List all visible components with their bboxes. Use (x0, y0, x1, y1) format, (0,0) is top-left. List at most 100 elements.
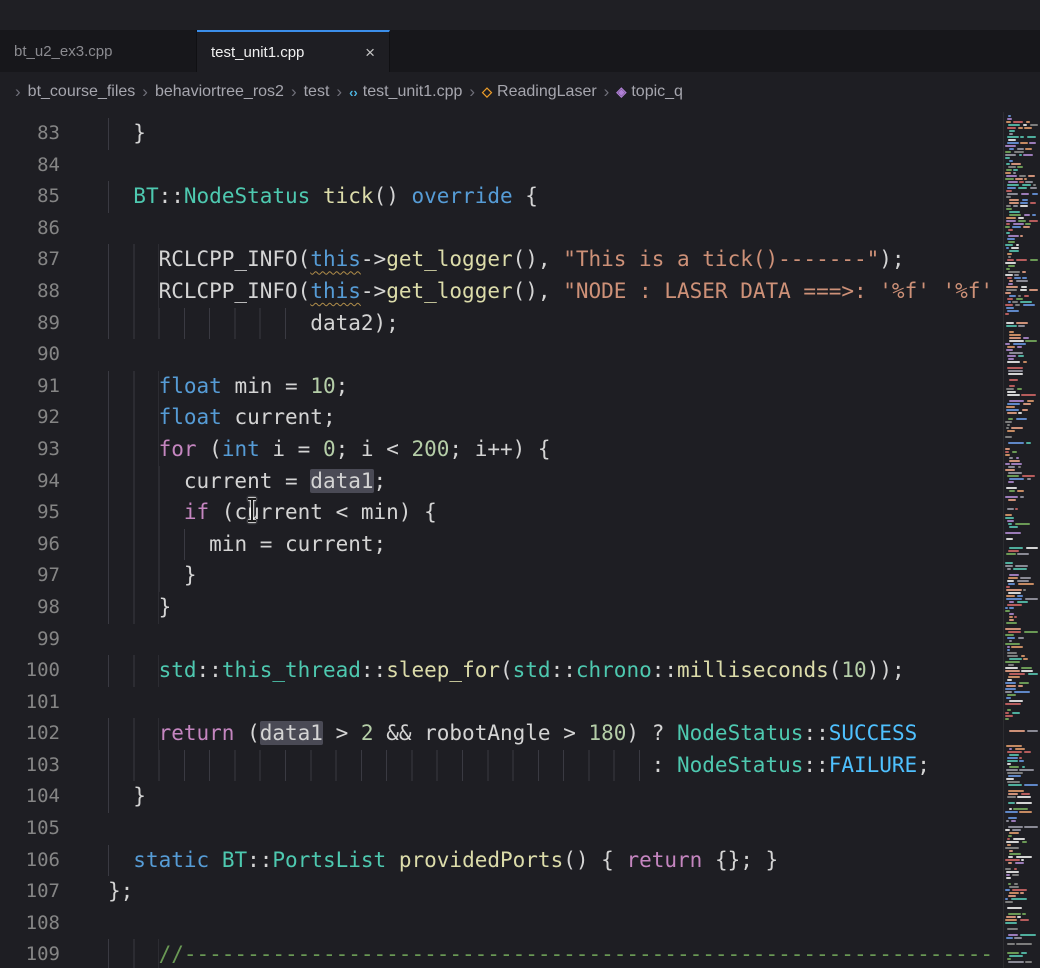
breadcrumb-item-test_unit1.cpp[interactable]: ‹›test_unit1.cpp (349, 83, 462, 101)
breadcrumb-item-behaviortree_ros2[interactable]: behaviortree_ros2 (155, 83, 284, 101)
minimap-line (1004, 607, 1040, 609)
minimap-line (1004, 115, 1040, 117)
minimap-line (1004, 289, 1040, 291)
line-number[interactable]: 89 (0, 308, 60, 340)
line-number[interactable]: 87 (0, 244, 60, 276)
line-number[interactable]: 88 (0, 276, 60, 308)
minimap-line (1004, 961, 1040, 963)
code-line[interactable]: 97 } (0, 560, 1004, 592)
minimap-line (1004, 346, 1040, 348)
code-line[interactable]: 88 RCLCPP_INFO(this->get_logger(), "NODE… (0, 276, 1004, 308)
line-number[interactable]: 107 (0, 876, 60, 908)
code-line[interactable]: 101 (0, 687, 1004, 719)
code-line[interactable]: 102 return (data1 > 2 && robotAngle > 18… (0, 718, 1004, 750)
tab-test_unit1.cpp[interactable]: test_unit1.cpp× (197, 30, 390, 72)
minimap-line (1004, 457, 1040, 459)
tab-bar[interactable]: bt_u2_ex3.cpp test_unit1.cpp× (0, 30, 1040, 72)
code-lines[interactable]: 83 }8485 BT::NodeStatus tick() override … (0, 112, 1004, 968)
minimap-line (1004, 202, 1040, 204)
minimap-line (1004, 757, 1040, 759)
line-number[interactable]: 84 (0, 150, 60, 182)
minimap-line (1004, 745, 1040, 747)
line-number[interactable]: 92 (0, 402, 60, 434)
code-line[interactable]: 108 (0, 908, 1004, 940)
minimap-line (1004, 631, 1040, 633)
minimap-line (1004, 367, 1040, 369)
code-line[interactable]: 83 } (0, 118, 1004, 150)
line-number[interactable]: 98 (0, 592, 60, 624)
minimap-line (1004, 835, 1040, 837)
minimap-line (1004, 709, 1040, 711)
line-number[interactable]: 100 (0, 655, 60, 687)
minimap-line (1004, 196, 1040, 198)
minimap-line (1004, 907, 1040, 909)
code-line[interactable]: 109 //----------------------------------… (0, 939, 1004, 968)
breadcrumb-item-ReadingLaser[interactable]: ◇ReadingLaser (482, 83, 597, 101)
code-line[interactable]: 96 min = current; (0, 529, 1004, 561)
minimap-line (1004, 463, 1040, 465)
line-number[interactable]: 83 (0, 118, 60, 150)
code-line[interactable]: 89 data2); (0, 308, 1004, 340)
line-number[interactable]: 95 (0, 497, 60, 529)
tab-label: bt_u2_ex3.cpp (14, 43, 182, 60)
minimap-line (1004, 436, 1040, 438)
code-line[interactable]: 107}; (0, 876, 1004, 908)
minimap-line (1004, 475, 1040, 477)
line-number[interactable]: 106 (0, 845, 60, 877)
code-line[interactable]: 87 RCLCPP_INFO(this->get_logger(), "This… (0, 244, 1004, 276)
minimap[interactable] (1003, 112, 1040, 968)
minimap-line (1004, 295, 1040, 297)
line-number[interactable]: 94 (0, 466, 60, 498)
minimap-line (1004, 847, 1040, 849)
code-line[interactable]: 85 BT::NodeStatus tick() override { (0, 181, 1004, 213)
code-line[interactable]: 86 (0, 213, 1004, 245)
minimap-line (1004, 862, 1040, 864)
close-icon[interactable]: × (365, 44, 375, 61)
minimap-line (1004, 553, 1040, 555)
code-line[interactable]: 84 (0, 150, 1004, 182)
line-number[interactable]: 103 (0, 750, 60, 782)
breadcrumb-item-bt_course_files[interactable]: bt_course_files (28, 83, 136, 101)
line-number[interactable]: 108 (0, 908, 60, 940)
code-line[interactable]: 91 float min = 10; (0, 371, 1004, 403)
minimap-line (1004, 214, 1040, 216)
minimap-line (1004, 601, 1040, 603)
line-number[interactable]: 99 (0, 624, 60, 656)
minimap-line (1004, 613, 1040, 615)
minimap-line (1004, 679, 1040, 681)
line-number[interactable]: 97 (0, 560, 60, 592)
code-line[interactable]: 105 (0, 813, 1004, 845)
minimap-line (1004, 790, 1040, 792)
line-number[interactable]: 90 (0, 339, 60, 371)
code-line[interactable]: 93 for (int i = 0; i < 200; i++) { (0, 434, 1004, 466)
line-number[interactable]: 102 (0, 718, 60, 750)
line-number[interactable]: 91 (0, 371, 60, 403)
minimap-line (1004, 868, 1040, 870)
code-line[interactable]: 106 static BT::PortsList providedPorts()… (0, 845, 1004, 877)
code-line[interactable]: 92 float current; (0, 402, 1004, 434)
code-line[interactable]: 90 (0, 339, 1004, 371)
breadcrumb-item-topic_q[interactable]: ◈topic_q (616, 83, 683, 101)
line-number[interactable]: 93 (0, 434, 60, 466)
minimap-line (1004, 331, 1040, 333)
line-number[interactable]: 105 (0, 813, 60, 845)
line-number[interactable]: 85 (0, 181, 60, 213)
line-number[interactable]: 96 (0, 529, 60, 561)
code-line[interactable]: 103 : NodeStatus::FAILURE; (0, 750, 1004, 782)
code-line[interactable]: 104 } (0, 781, 1004, 813)
code-line[interactable]: 98 } (0, 592, 1004, 624)
code-line[interactable]: 95 if (current < min) { (0, 497, 1004, 529)
line-number[interactable]: 104 (0, 781, 60, 813)
code-line[interactable]: 99 (0, 624, 1004, 656)
minimap-line (1004, 370, 1040, 372)
code-line[interactable]: 100 std::this_thread::sleep_for(std::chr… (0, 655, 1004, 687)
breadcrumb-item-test[interactable]: test (304, 83, 330, 101)
tab-bt_u2_ex3.cpp[interactable]: bt_u2_ex3.cpp (0, 30, 197, 72)
line-number[interactable]: 109 (0, 939, 60, 968)
minimap-line (1004, 190, 1040, 192)
editor-window: bt_u2_ex3.cpptest_unit1.cpp× ›bt_course_… (0, 0, 1040, 968)
minimap-line (1004, 853, 1040, 855)
line-number[interactable]: 101 (0, 687, 60, 719)
code-line[interactable]: 94 current = data1; (0, 466, 1004, 498)
line-number[interactable]: 86 (0, 213, 60, 245)
